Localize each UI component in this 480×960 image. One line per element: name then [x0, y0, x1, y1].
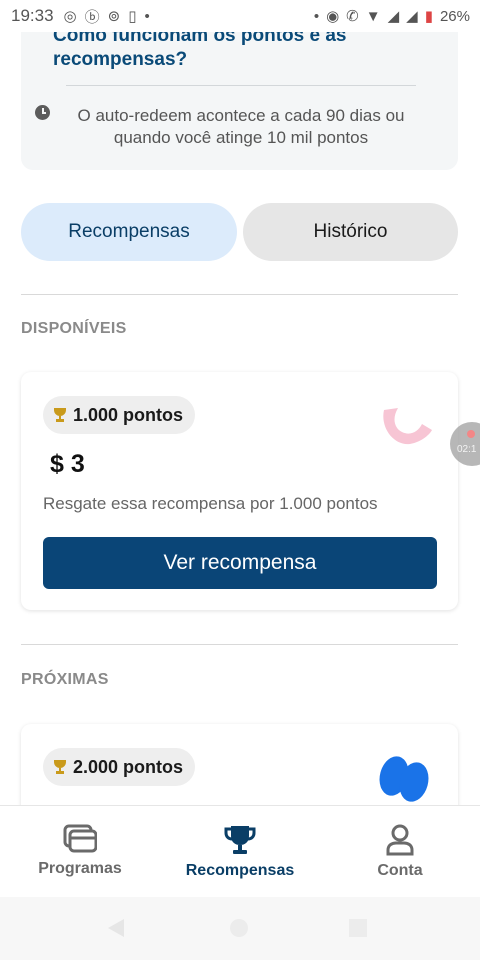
- nav-account-label: Conta: [377, 862, 423, 879]
- decorative-shape-icon: [379, 756, 429, 802]
- section-available-label: DISPONÍVEIS: [21, 320, 127, 337]
- points-label: 1.000 pontos: [73, 404, 184, 425]
- back-icon[interactable]: [108, 919, 124, 937]
- divider: [21, 644, 458, 645]
- divider: [21, 294, 458, 295]
- clock-icon: [35, 105, 50, 120]
- points-badge: 1.000 pontos: [43, 396, 196, 434]
- app-icon: ⊚: [107, 8, 121, 25]
- reward-description: Resgate essa recompensa por 1.000 pontos: [43, 494, 378, 513]
- trophy-icon: [53, 408, 67, 422]
- nav-rewards[interactable]: Recompensas: [180, 806, 300, 898]
- more-dot-icon: •: [144, 7, 150, 25]
- phone-icon: ▯: [128, 8, 137, 25]
- cards-icon: [63, 824, 97, 853]
- dot-icon: •: [313, 7, 320, 25]
- battery-icon: ▮: [424, 8, 433, 25]
- record-icon: [467, 430, 475, 438]
- location-icon: ◉: [326, 8, 340, 25]
- home-icon[interactable]: [230, 919, 248, 937]
- status-bar: 19:33 ◎ ⓑ ⊚ ▯ • • ◉ ✆ ▼ ◢ ◢ ▮ 26%: [0, 0, 480, 32]
- wifi-icon: ▼: [365, 7, 381, 25]
- points-badge: 2.000 pontos: [43, 748, 196, 786]
- divider: [66, 85, 416, 86]
- info-text: O auto-redeem acontece a cada 90 dias ou…: [77, 106, 405, 147]
- decorative-shape-icon: [383, 408, 432, 445]
- status-time: 19:33: [11, 6, 54, 25]
- nav-account[interactable]: Conta: [350, 806, 450, 898]
- recent-apps-icon[interactable]: [349, 919, 367, 937]
- system-icons: • ◉ ✆ ▼ ◢ ◢ ▮ 26%: [313, 7, 470, 26]
- bottom-navigation: Programas Recompensas Conta: [0, 805, 480, 898]
- trophy-icon: [53, 760, 67, 774]
- battery-percent: 26%: [439, 7, 470, 25]
- user-icon: [386, 824, 414, 856]
- reward-value: $ 3: [50, 450, 85, 478]
- call-icon: ✆: [346, 8, 359, 25]
- whatsapp-icon: ◎: [63, 8, 77, 25]
- nav-programs[interactable]: Programas: [30, 806, 130, 898]
- tab-history[interactable]: Histórico: [243, 203, 458, 261]
- nav-rewards-label: Recompensas: [185, 862, 295, 879]
- points-label: 2.000 pontos: [73, 756, 184, 777]
- recorder-time: 02:1: [457, 444, 477, 455]
- signal-icon: ◢: [387, 8, 400, 25]
- nav-programs-label: Programas: [38, 860, 122, 877]
- tab-rewards[interactable]: Recompensas: [21, 203, 237, 261]
- notification-icons: ◎ ⓑ ⊚ ▯ •: [64, 6, 150, 27]
- reward-card[interactable]: 1.000 pontos $ 3 Resgate essa recompensa…: [21, 372, 458, 610]
- app-icon: ⓑ: [84, 8, 100, 26]
- signal-icon: ◢: [406, 8, 418, 25]
- system-navigation-bar: [0, 897, 480, 960]
- trophy-icon: [224, 826, 256, 854]
- view-reward-button[interactable]: Ver recompensa: [43, 537, 437, 589]
- info-card: Como funcionam os pontos e as recompensa…: [21, 20, 458, 170]
- section-upcoming-label: PRÓXIMAS: [21, 671, 109, 688]
